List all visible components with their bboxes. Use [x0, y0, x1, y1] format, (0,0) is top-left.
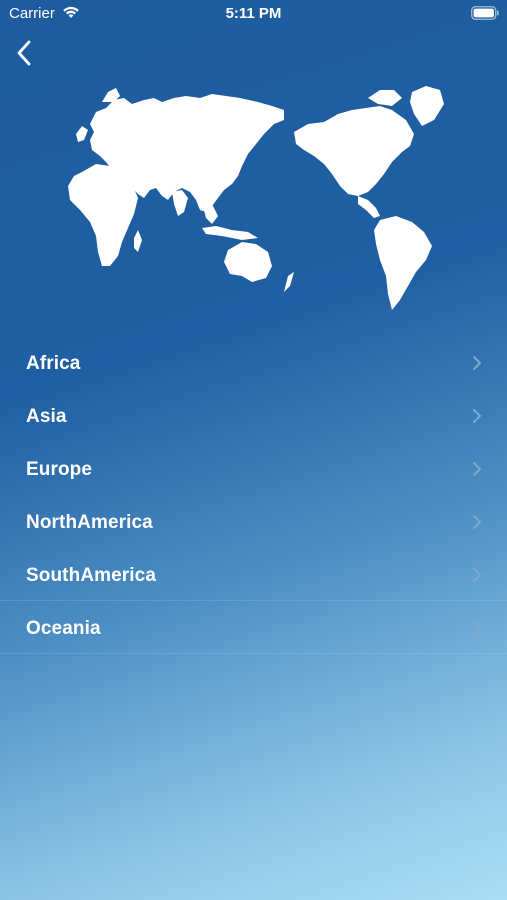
battery-icon [471, 6, 499, 25]
continent-row-asia[interactable]: Asia [0, 389, 507, 442]
status-bar: Carrier 5:11 PM [0, 0, 507, 30]
row-divider [0, 653, 507, 654]
continent-row-europe[interactable]: Europe [0, 442, 507, 495]
continent-label: SouthAmerica [26, 565, 157, 586]
continent-row-north-america[interactable]: NorthAmerica [0, 495, 507, 548]
continent-label: Africa [26, 353, 81, 374]
continent-label: Asia [26, 406, 67, 427]
world-map-icon [68, 86, 444, 310]
continent-row-africa[interactable]: Africa [0, 336, 507, 389]
continent-label: Europe [26, 459, 93, 480]
chevron-right-icon [473, 462, 481, 476]
chevron-right-icon [473, 356, 481, 370]
chevron-right-icon [473, 568, 481, 582]
chevron-right-icon [473, 515, 481, 529]
continent-label: Oceania [26, 618, 101, 639]
world-map-image [62, 80, 452, 320]
chevron-right-icon [473, 409, 481, 423]
back-button[interactable] [12, 38, 40, 68]
chevron-left-icon [17, 40, 31, 66]
chevron-right-icon [473, 621, 481, 635]
continent-row-south-america[interactable]: SouthAmerica [0, 548, 507, 601]
continent-list: Africa Asia Europe NorthAmerica SouthAme… [0, 336, 507, 654]
continent-label: NorthAmerica [26, 512, 153, 533]
status-time: 5:11 PM [225, 5, 282, 22]
continent-row-oceania[interactable]: Oceania [0, 601, 507, 654]
